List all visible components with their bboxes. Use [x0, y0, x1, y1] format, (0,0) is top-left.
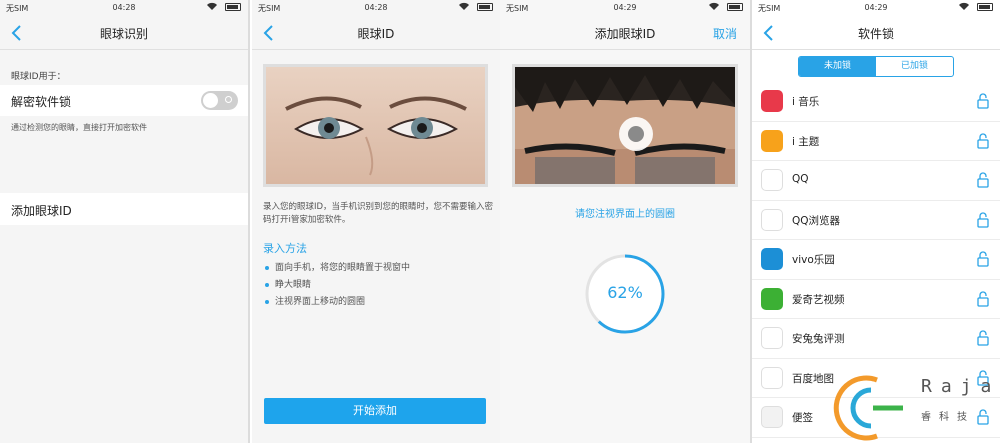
enroll-progress: 62% — [584, 253, 666, 335]
unlocked-padlock-icon[interactable] — [977, 251, 989, 267]
battery-icon — [727, 3, 743, 11]
qq-browser-icon — [761, 208, 783, 231]
eye-id-description: 录入您的眼球ID，当手机识别到您的眼睛时，您不需要输入密码打开i管家加密软件。 — [263, 202, 494, 225]
app-name: 便签 — [792, 412, 813, 424]
watermark-subtext: 睿科技 — [921, 412, 975, 423]
method-step: 注视界面上移动的圆圈 — [265, 296, 410, 313]
divider — [752, 49, 1000, 50]
wifi-icon — [959, 2, 969, 10]
qq-icon — [761, 169, 783, 191]
iqiyi-icon — [761, 287, 783, 310]
app-name: 百度地图 — [792, 372, 834, 385]
app-name: QQ — [792, 173, 809, 185]
eyes-illustration — [266, 67, 485, 184]
status-bar: 无SIM 04:29 — [752, 0, 1000, 14]
method-title: 录入方法 — [263, 242, 307, 255]
lock-filter-tabs: 未加锁 已加锁 — [798, 56, 954, 77]
watermark-mark — [833, 375, 903, 441]
tab-locked[interactable]: 已加锁 — [876, 57, 953, 76]
page-title: 眼球识别 — [99, 27, 148, 41]
notes-icon — [761, 406, 783, 428]
divider — [252, 49, 500, 50]
antutu-icon — [761, 327, 783, 349]
add-eye-id-label: 添加眼球ID — [11, 204, 72, 218]
app-name: 爱奇艺视频 — [792, 293, 845, 306]
screen-eye-recognition: 无SIM 04:28 眼球识别 眼球ID用于： 解密软件锁 通过检测您的眼睛，直… — [0, 0, 248, 443]
screen-eye-id: 无SIM 04:28 眼球ID 录入您的眼球ID，当手机识别到您的眼睛时，您不需… — [252, 0, 500, 443]
progress-percent: 62% — [607, 283, 643, 302]
unlocked-padlock-icon[interactable] — [977, 132, 989, 149]
baidu-map-icon — [761, 366, 783, 389]
app-name: QQ浏览器 — [792, 214, 841, 227]
unlock-apps-label: 解密软件锁 — [11, 95, 72, 109]
app-name: vivo乐园 — [792, 254, 835, 266]
unlocked-padlock-icon[interactable] — [977, 330, 989, 346]
divider — [500, 49, 750, 50]
method-step: 面向手机，将您的眼睛置于视窗中 — [265, 262, 410, 279]
camera-viewfinder — [512, 64, 738, 187]
gaze-target-icon — [619, 117, 653, 151]
title-bar: 添加眼球ID 取消 — [500, 16, 750, 50]
add-eye-id-row[interactable]: 添加眼球ID — [0, 193, 248, 225]
app-row[interactable]: 爱奇艺视频 — [752, 280, 1000, 319]
app-row[interactable]: vivo乐园 — [752, 240, 1000, 280]
battery-icon — [225, 3, 241, 11]
app-row[interactable]: 安兔兔评测 — [752, 319, 1000, 359]
page-title: 眼球ID — [357, 27, 395, 41]
eyes-sample-image — [263, 64, 488, 187]
battery-icon — [477, 3, 493, 11]
app-name: i 主题 — [792, 135, 820, 148]
divider — [0, 49, 248, 50]
app-name: 安兔兔评测 — [792, 333, 845, 345]
method-steps: 面向手机，将您的眼睛置于视窗中 睁大眼睛 注视界面上移动的圆圈 — [265, 262, 410, 313]
method-step: 睁大眼睛 — [265, 279, 410, 296]
status-bar: 无SIM 04:28 — [0, 0, 248, 14]
unlocked-padlock-icon[interactable] — [977, 93, 989, 109]
unlocked-padlock-icon[interactable] — [977, 211, 989, 228]
app-row[interactable]: QQ浏览器 — [752, 201, 1000, 240]
toggle-off-icon — [225, 96, 232, 103]
app-row[interactable]: i 音乐 — [752, 82, 1000, 122]
status-bar: 无SIM 04:29 — [500, 0, 750, 14]
vivo-park-icon — [761, 248, 783, 270]
unlock-description: 通过检测您的眼睛，直接打开加密软件 — [11, 123, 147, 132]
watermark-logo: Raja 睿科技 — [833, 370, 1000, 443]
toggle-knob — [203, 93, 218, 108]
screen-divider — [248, 0, 250, 443]
unlocked-padlock-icon[interactable] — [977, 290, 989, 307]
tab-unlocked[interactable]: 未加锁 — [799, 57, 876, 76]
unlock-apps-row[interactable]: 解密软件锁 — [0, 85, 248, 116]
page-title: 软件锁 — [857, 27, 894, 41]
wifi-icon — [459, 2, 469, 10]
watermark-text: Raja — [921, 376, 1000, 397]
unlock-apps-toggle[interactable] — [201, 91, 238, 110]
cancel-button[interactable]: 取消 — [713, 25, 737, 42]
music-icon — [761, 90, 783, 112]
title-bar: 软件锁 — [752, 16, 1000, 50]
title-bar: 眼球识别 — [0, 16, 248, 50]
battery-icon — [977, 3, 993, 11]
start-add-button[interactable]: 开始添加 — [264, 398, 486, 424]
unlocked-padlock-icon[interactable] — [977, 172, 989, 188]
app-row[interactable]: i 主题 — [752, 122, 1000, 161]
wifi-icon — [207, 2, 217, 10]
wifi-icon — [709, 2, 719, 10]
app-name: i 音乐 — [792, 96, 820, 108]
gaze-hint: 请您注视界面上的圆圈 — [575, 209, 675, 220]
screen-add-eye-id: 无SIM 04:29 添加眼球ID 取消 请您注视界面上的圆圈 62% — [500, 0, 750, 443]
app-row[interactable]: QQ — [752, 161, 1000, 201]
section-label: 眼球ID用于： — [11, 72, 66, 82]
status-bar: 无SIM 04:28 — [252, 0, 500, 14]
theme-icon — [761, 129, 783, 152]
title-bar: 眼球ID — [252, 16, 500, 50]
